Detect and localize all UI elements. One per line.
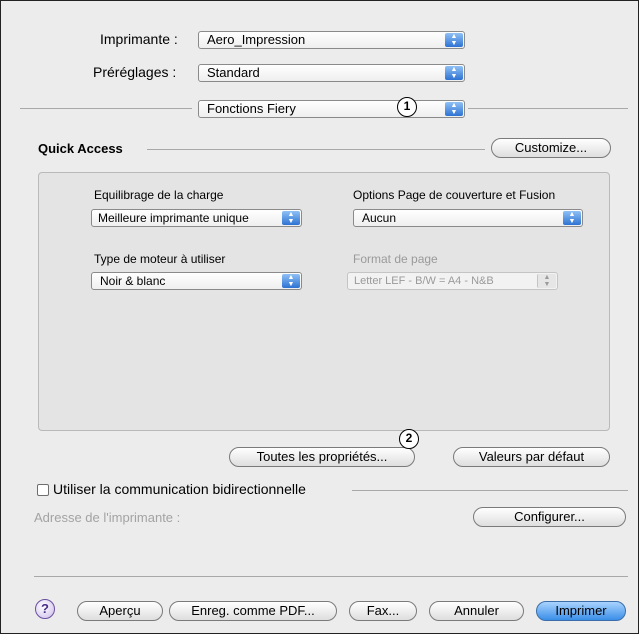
up-down-arrows-icon: ▲ ▼ [445,33,463,47]
load-balance-popup[interactable]: Meilleure imprimante unique ▲ ▼ [91,209,302,227]
load-balance-value: Meilleure imprimante unique [98,211,249,225]
engine-type-label: Type de moteur à utiliser [94,252,226,266]
panel-popup[interactable]: Fonctions Fiery ▲ ▼ [198,100,465,118]
callout-marker-2: 2 [399,429,419,449]
save-as-pdf-button[interactable]: Enreg. comme PDF... [169,601,337,621]
defaults-button[interactable]: Valeurs par défaut [453,447,610,467]
printer-label: Imprimante : [100,31,178,47]
printer-value: Aero_Impression [207,32,306,47]
fax-button[interactable]: Fax... [349,601,417,621]
separator-right [468,108,628,109]
all-properties-button[interactable]: Toutes les propriétés... [229,447,415,467]
presets-popup[interactable]: Standard ▲ ▼ [198,64,465,82]
up-down-arrows-icon: ▲ ▼ [282,211,300,225]
cover-options-popup[interactable]: Aucun ▲ ▼ [353,209,583,227]
customize-button[interactable]: Customize... [491,138,611,158]
printer-address-label: Adresse de l'imprimante : [34,510,181,525]
presets-value: Standard [207,65,260,80]
footer-separator [34,576,628,577]
printer-popup[interactable]: Aero_Impression ▲ ▼ [198,31,465,49]
up-down-arrows-icon: ▲ ▼ [445,102,463,116]
bidirectional-label: Utiliser la communication bidirectionnel… [53,481,306,497]
load-balance-label: Equilibrage de la charge [94,188,224,202]
cover-options-value: Aucun [362,211,397,225]
help-icon[interactable]: ? [35,599,55,619]
cover-options-label: Options Page de couverture et Fusion [353,188,556,202]
up-down-arrows-icon: ▲ ▼ [537,274,556,288]
up-down-arrows-icon: ▲ ▼ [282,274,300,288]
page-format-value: Letter LEF - B/W = A4 - N&B [354,275,494,287]
quick-access-title: Quick Access [38,141,123,156]
bidirectional-rule [352,490,628,491]
page-format-popup: Letter LEF - B/W = A4 - N&B ▲ ▼ [347,272,558,290]
print-button[interactable]: Imprimer [536,601,626,621]
up-down-arrows-icon: ▲ ▼ [445,66,463,80]
print-dialog: Imprimante : Aero_Impression ▲ ▼ Prérégla… [0,0,639,634]
panel-value: Fonctions Fiery [207,101,296,116]
engine-type-popup[interactable]: Noir & blanc ▲ ▼ [91,272,302,290]
cancel-button[interactable]: Annuler [429,601,524,621]
preview-button[interactable]: Aperçu [77,601,163,621]
up-down-arrows-icon: ▲ ▼ [563,211,581,225]
configure-button[interactable]: Configurer... [473,507,626,527]
engine-type-value: Noir & blanc [100,274,166,288]
separator-left [20,108,192,109]
bidirectional-checkbox[interactable] [37,484,49,496]
quick-access-rule [147,149,485,150]
page-format-label: Format de page [353,252,438,266]
callout-marker-1: 1 [397,97,417,117]
presets-label: Préréglages : [93,64,177,80]
